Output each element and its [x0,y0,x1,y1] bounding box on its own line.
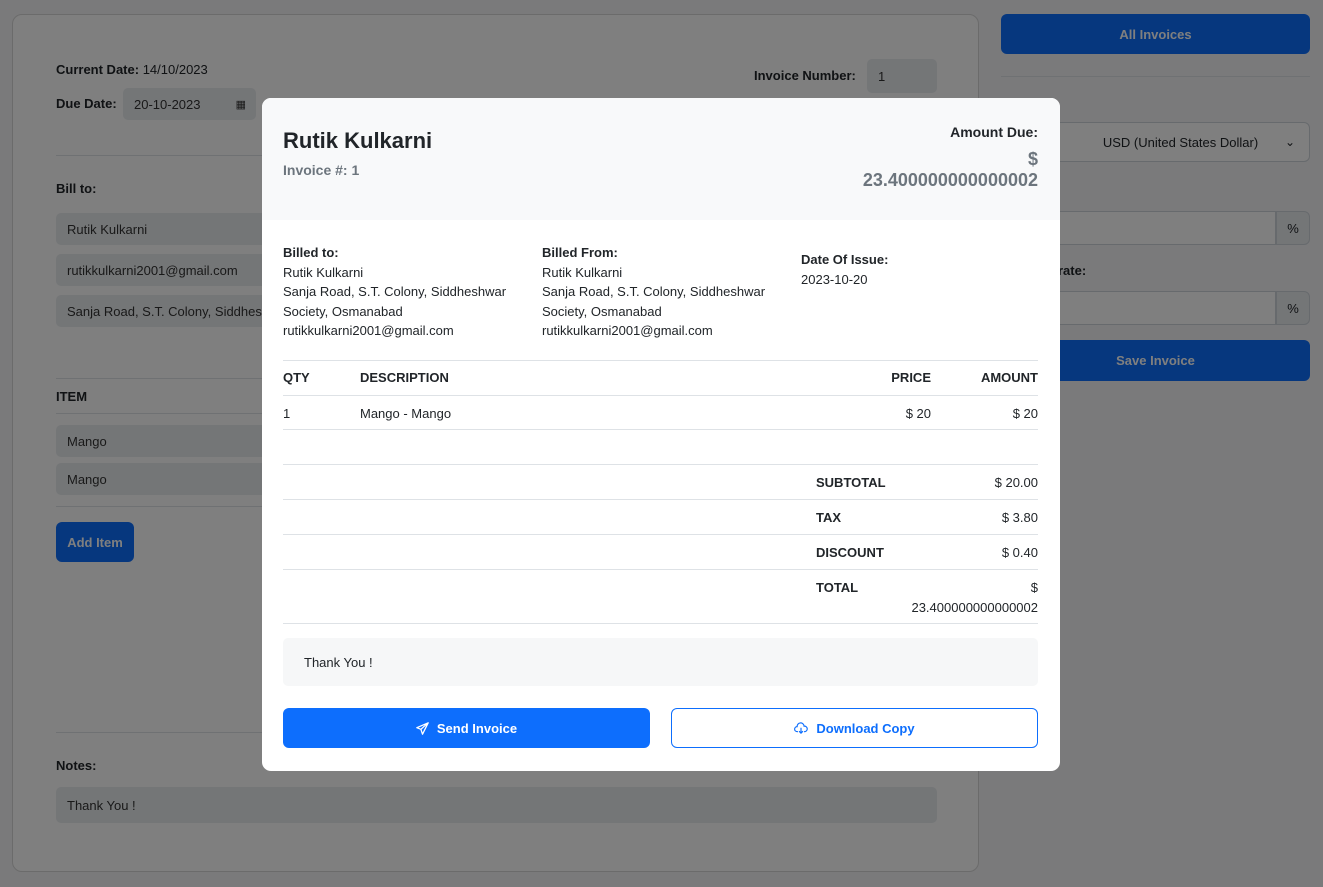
billed-to-email: rutikkulkarni2001@gmail.com [283,323,454,338]
description-header: DESCRIPTION [360,370,449,385]
totals-divider [283,623,1038,624]
qty-header: QTY [283,370,310,385]
price-header: PRICE [891,370,931,385]
download-copy-label: Download Copy [816,720,915,736]
date-of-issue-section: Date Of Issue: 2023-10-20 [801,250,1031,289]
notes-text: Thank You ! [304,654,373,670]
table-divider [283,360,1038,361]
billed-to-heading: Billed to: [283,245,339,260]
row-qty: 1 [283,406,291,421]
totals-divider [283,464,1038,465]
totals-divider [283,534,1038,535]
date-of-issue-label: Date Of Issue: [801,252,889,267]
billed-to-address-line2: Society, Osmanabad [283,303,403,319]
subtotal-label: SUBTOTAL [816,475,886,490]
modal-header: Rutik Kulkarni Invoice #: 1 Amount Due: … [262,98,1060,220]
amount-due-value: 23.400000000000002 [862,170,1038,190]
total-value: 23.400000000000002 [911,600,1038,615]
row-price: $ 20 [905,406,931,421]
download-copy-button[interactable]: Download Copy [671,708,1038,748]
row-amount: $ 20 [1012,406,1038,421]
total-currency: $ [1030,580,1038,595]
totals-divider [283,499,1038,500]
row-description: Mango - Mango [360,406,452,421]
amount-due-label: Amount Due: [950,124,1038,140]
billed-from-name: Rutik Kulkarni [542,264,623,280]
customer-name: Rutik Kulkarni [283,128,433,153]
discount-label: DISCOUNT [816,545,884,560]
tax-value: $ 3.80 [1001,510,1038,525]
send-icon [416,721,429,735]
amount-header: AMOUNT [980,370,1038,385]
billed-from-address-line1: Sanja Road, S.T. Colony, Siddheshwar [542,284,766,299]
billed-from-email: rutikkulkarni2001@gmail.com [542,323,713,338]
invoice-number: Invoice #: 1 [283,162,360,178]
billed-to-name: Rutik Kulkarni [283,264,364,280]
discount-value: $ 0.40 [1001,545,1038,560]
table-divider [283,395,1038,396]
billed-from-heading: Billed From: [542,245,618,260]
notes-box: Thank You ! [283,638,1038,686]
cloud-download-icon [794,721,809,734]
billed-from-section: Billed From: Rutik Kulkarni Sanja Road, … [542,243,772,341]
invoice-preview-modal: Rutik Kulkarni Invoice #: 1 Amount Due: … [262,98,1060,771]
send-invoice-label: Send Invoice [436,720,518,736]
amount-due-currency: $ [1027,149,1038,169]
billed-to-section: Billed to: Rutik Kulkarni Sanja Road, S.… [283,243,513,341]
billed-from-address-line2: Society, Osmanabad [542,303,662,319]
send-invoice-button[interactable]: Send Invoice [283,708,650,748]
date-of-issue-value: 2023-10-20 [801,271,868,287]
billed-to-address-line1: Sanja Road, S.T. Colony, Siddheshwar [283,284,507,299]
table-divider [283,429,1038,430]
totals-divider [283,569,1038,570]
subtotal-value: $ 20.00 [994,475,1038,490]
tax-label: TAX [816,510,842,525]
total-label: TOTAL [816,580,859,595]
